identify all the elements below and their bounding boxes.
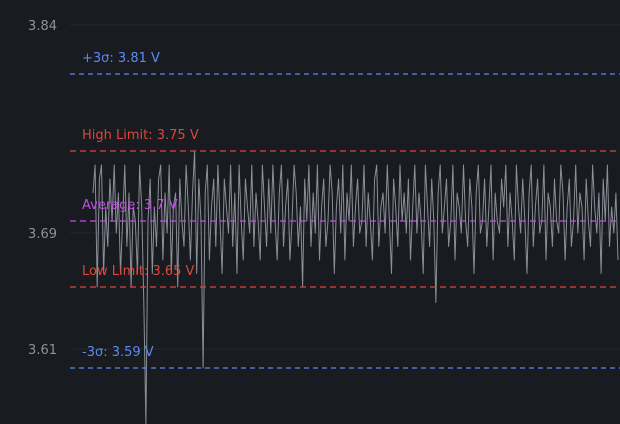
minus3sigma-label: -3σ: 3.59 V bbox=[82, 345, 154, 360]
chart-panel: 3.84 3.69 3.61 +3σ: 3.81 V High Limit: 3.75… bbox=[0, 0, 620, 424]
low-limit-label: Low Limit: 3.65 V bbox=[82, 264, 195, 279]
line-chart: 3.84 3.69 3.61 +3σ: 3.81 V High Limit: 3.75… bbox=[28, 19, 620, 424]
high-limit-label: High Limit: 3.75 V bbox=[82, 128, 199, 143]
y-axis: 3.84 3.69 3.61 bbox=[28, 19, 57, 358]
reference-lines: +3σ: 3.81 V High Limit: 3.75 V Average: 3.… bbox=[70, 51, 620, 369]
y-tick-label: 3.61 bbox=[28, 343, 57, 358]
average-label: Average: 3.7 V bbox=[82, 198, 178, 213]
y-tick-label: 3.69 bbox=[28, 227, 57, 242]
plus3sigma-label: +3σ: 3.81 V bbox=[82, 51, 160, 66]
y-tick-label: 3.84 bbox=[28, 19, 57, 34]
